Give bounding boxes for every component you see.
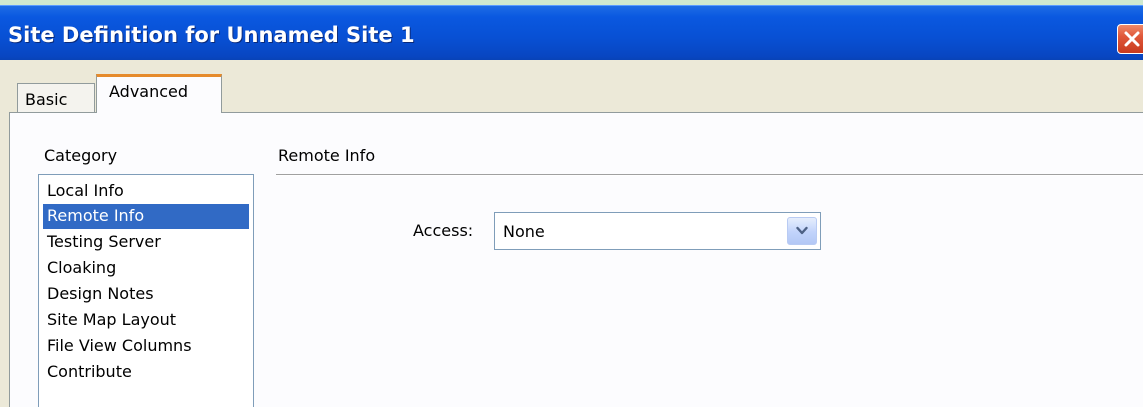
category-item-design-notes[interactable]: Design Notes [43, 282, 249, 307]
category-item-cloaking[interactable]: Cloaking [43, 256, 249, 281]
category-list[interactable]: Local Info Remote Info Testing Server Cl… [38, 174, 254, 407]
category-label: Category [44, 146, 118, 165]
access-value: None [503, 222, 545, 241]
window-title: Site Definition for Unnamed Site 1 [8, 23, 415, 47]
section-title: Remote Info [278, 146, 376, 165]
close-button[interactable] [1117, 24, 1143, 54]
tab-advanced[interactable]: Advanced [96, 74, 222, 113]
chevron-down-icon [796, 226, 808, 235]
tab-basic-label: Basic [25, 90, 68, 109]
category-item-testing-server[interactable]: Testing Server [43, 230, 249, 255]
tab-advanced-label: Advanced [109, 82, 189, 101]
access-label: Access: [413, 221, 474, 240]
category-item-file-view-columns[interactable]: File View Columns [43, 334, 249, 359]
section-divider [276, 174, 1143, 176]
close-icon [1124, 31, 1140, 47]
title-bar[interactable]: Site Definition for Unnamed Site 1 [0, 5, 1143, 65]
access-dropdown-button[interactable] [787, 217, 817, 245]
category-item-site-map-layout[interactable]: Site Map Layout [43, 308, 249, 333]
access-select[interactable]: None [494, 212, 821, 250]
tab-basic[interactable]: Basic [17, 83, 95, 112]
category-item-remote-info[interactable]: Remote Info [43, 204, 249, 229]
category-item-contribute[interactable]: Contribute [43, 360, 249, 385]
category-item-local-info[interactable]: Local Info [43, 179, 249, 204]
